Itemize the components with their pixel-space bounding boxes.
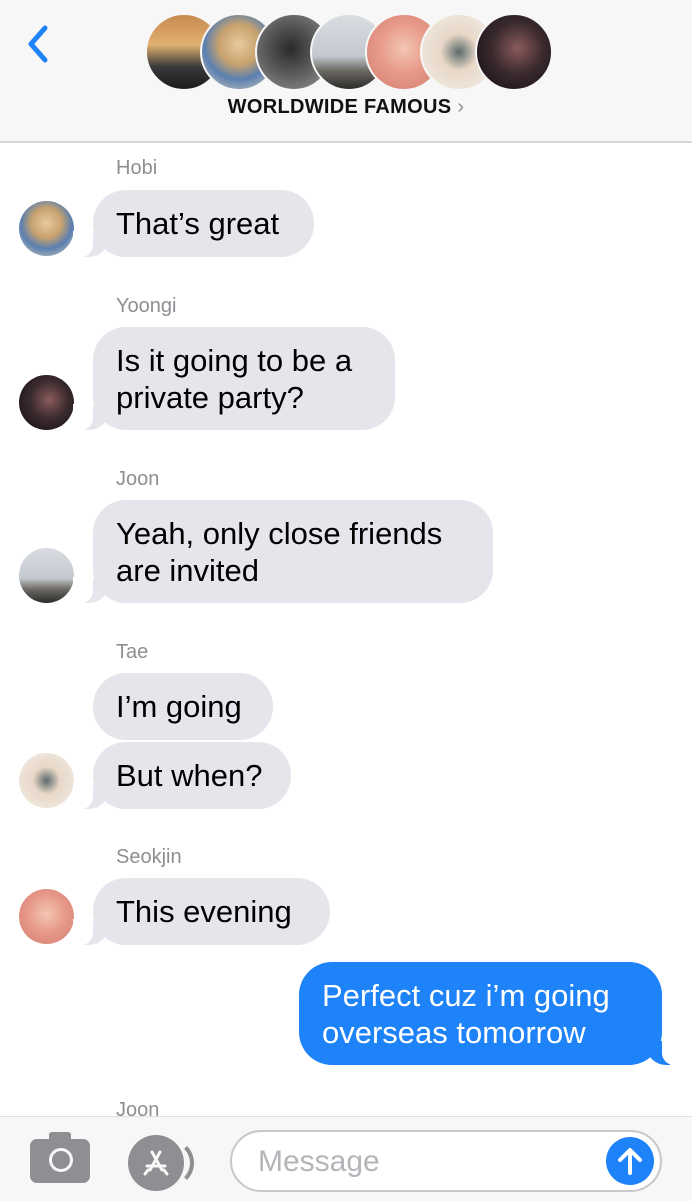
- sender-name: Joon: [116, 468, 160, 490]
- message-text: overseas tomorrow: [322, 1015, 586, 1050]
- message-bubble[interactable]: Yeah, only close friends are invited: [73, 500, 493, 603]
- message-text: That’s great: [116, 206, 280, 241]
- sent-message-bubble[interactable]: Perfect cuz i’m going overseas tomorrow: [299, 962, 682, 1065]
- group-avatars[interactable]: [145, 13, 553, 91]
- chevron-left-icon: [28, 25, 48, 63]
- message-bubble[interactable]: That’s great: [73, 190, 314, 257]
- message-text: Is it going to be a: [116, 343, 353, 378]
- camera-icon: [49, 1148, 73, 1172]
- avatar: [19, 753, 74, 808]
- message-bubble[interactable]: This evening: [73, 878, 330, 945]
- app-store-icon: [143, 1150, 169, 1176]
- sender-name: Seokjin: [116, 846, 182, 868]
- message-text: Yeah, only close friends: [116, 516, 443, 551]
- message-text: This evening: [116, 894, 292, 929]
- message-input[interactable]: [256, 1142, 600, 1182]
- chevron-right-icon: ›: [457, 96, 465, 118]
- group-name: WORLDWIDE FAMOUS: [227, 96, 452, 118]
- message-bubble[interactable]: I’m going: [93, 673, 273, 740]
- member-avatar: [475, 13, 553, 91]
- sender-name: Yoongi: [116, 295, 177, 317]
- message-text: private party?: [116, 380, 304, 415]
- avatar: [19, 889, 74, 944]
- conversation-header: WORLDWIDE FAMOUS ›: [0, 0, 692, 143]
- message-text: Perfect cuz i’m going: [322, 978, 610, 1013]
- back-button[interactable]: [18, 22, 58, 66]
- avatar: [19, 375, 74, 430]
- avatar: [19, 201, 74, 256]
- group-name-button[interactable]: WORLDWIDE FAMOUS ›: [0, 96, 692, 119]
- message-text: I’m going: [116, 689, 242, 724]
- message-bubble[interactable]: Is it going to be a private party?: [73, 327, 395, 430]
- message-bubble[interactable]: But when?: [73, 742, 291, 809]
- message-text: are invited: [116, 553, 260, 588]
- send-button[interactable]: [606, 1137, 654, 1185]
- message-input-field[interactable]: [230, 1130, 662, 1192]
- avatar: [19, 548, 74, 603]
- composer-bar: [0, 1116, 692, 1201]
- app-store-button[interactable]: [128, 1135, 194, 1191]
- sender-name: Tae: [116, 641, 149, 663]
- message-text: But when?: [116, 758, 263, 793]
- arrow-up-icon: [618, 1148, 642, 1175]
- sender-name: Hobi: [116, 157, 158, 179]
- camera-button[interactable]: [30, 1132, 90, 1183]
